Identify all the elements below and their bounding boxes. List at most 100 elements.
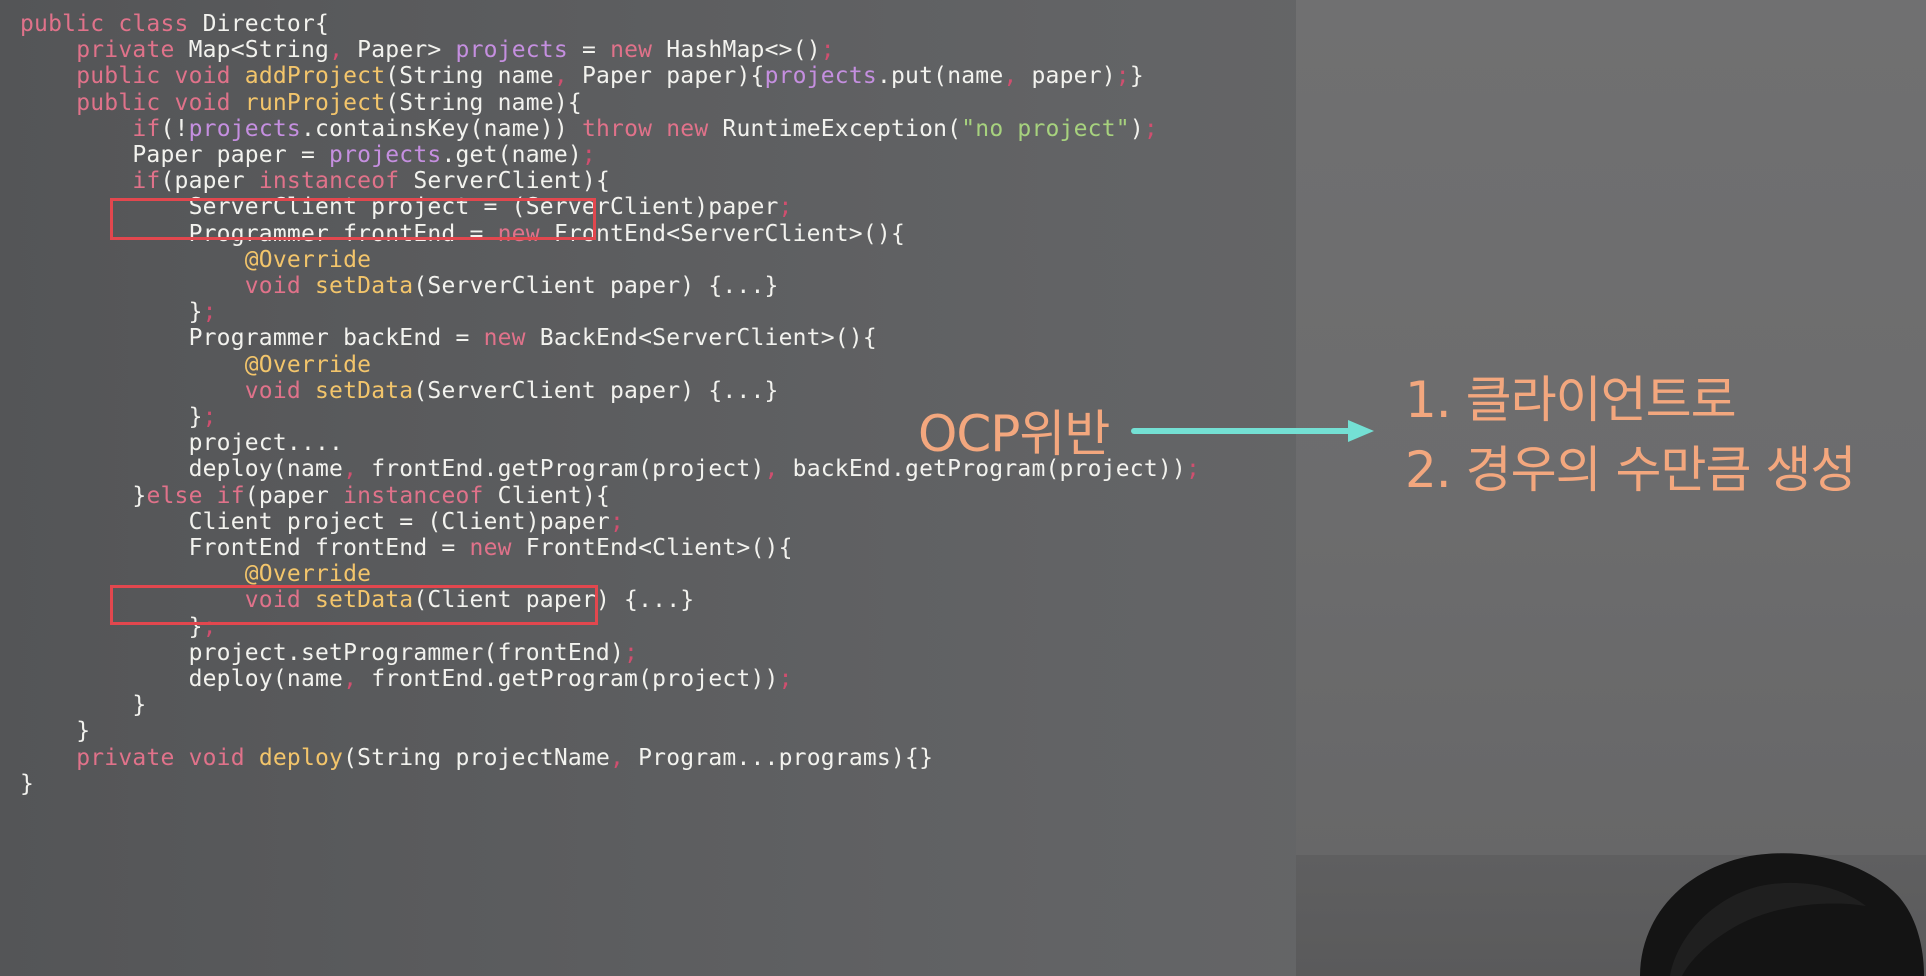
code-token: @Override bbox=[20, 351, 372, 378]
code-token: } bbox=[1129, 63, 1144, 90]
code-token: ; bbox=[778, 194, 793, 221]
code-token: (ServerClient paper) {...} bbox=[413, 377, 779, 404]
code-token: ) bbox=[1129, 115, 1144, 142]
code-token: deploy bbox=[258, 744, 344, 771]
note-line-2: 2. 경우의 수만큼 생성 bbox=[1405, 441, 1856, 499]
code-token: @Override bbox=[20, 561, 372, 588]
code-token: ; bbox=[820, 37, 835, 64]
code-token: deploy(name bbox=[20, 456, 344, 483]
code-token: instanceof bbox=[258, 168, 414, 195]
code-token: if bbox=[20, 115, 161, 142]
code-token: HashMap<>() bbox=[666, 37, 821, 64]
code-token: (String name bbox=[385, 63, 554, 90]
code-token: FrontEnd<ServerClient>(){ bbox=[553, 220, 905, 247]
code-token: ; bbox=[624, 639, 639, 666]
code-token: (paper bbox=[160, 168, 259, 195]
code-token: } bbox=[20, 692, 147, 719]
code-token: } bbox=[20, 404, 203, 430]
code-token: runProject bbox=[244, 89, 386, 116]
code-token: (ServerClient paper) {...} bbox=[413, 273, 779, 299]
code-token: public void bbox=[20, 89, 245, 116]
code-token: project.setProgrammer(frontEnd) bbox=[20, 639, 625, 666]
code-token: throw new bbox=[581, 115, 723, 142]
code-token: } bbox=[20, 482, 147, 509]
code-token: projects bbox=[764, 63, 877, 90]
ocp-violation-label: OCP위반 bbox=[918, 405, 1110, 463]
presentation-slide: public class Director{ private Map<Strin… bbox=[0, 0, 1926, 976]
code-token: ; bbox=[1115, 63, 1130, 90]
code-token: void bbox=[20, 377, 315, 404]
code-line: private void deploy(String projectName, … bbox=[20, 742, 933, 774]
code-token: , bbox=[610, 744, 639, 771]
code-token: Paper paper = bbox=[20, 142, 330, 168]
code-token: projects bbox=[455, 37, 568, 64]
highlight-box-client bbox=[110, 585, 598, 625]
code-token: public void bbox=[20, 63, 245, 90]
code-token: Client){ bbox=[497, 482, 611, 509]
code-token: FrontEnd frontEnd = bbox=[20, 535, 470, 561]
code-token: Paper> bbox=[357, 37, 456, 64]
code-token: new bbox=[483, 325, 540, 352]
code-token: ServerClient){ bbox=[413, 168, 611, 195]
code-token: ; bbox=[202, 299, 217, 326]
code-token: } bbox=[20, 770, 35, 797]
code-token: private void bbox=[20, 744, 259, 771]
code-token: Paper paper){ bbox=[581, 63, 765, 90]
right-arrow-icon bbox=[1131, 420, 1374, 442]
code-token: Map<String bbox=[188, 37, 330, 64]
code-token: ; bbox=[202, 404, 217, 430]
highlight-box-serverclient bbox=[110, 198, 596, 240]
code-token: frontEnd.getProgram(project) bbox=[371, 456, 765, 483]
code-token: } bbox=[20, 718, 91, 745]
code-token: frontEnd.getProgram(project)) bbox=[371, 666, 779, 692]
code-token: project.... bbox=[20, 430, 344, 457]
code-token: public class bbox=[20, 11, 203, 37]
code-token: .containsKey(name)) bbox=[300, 115, 582, 142]
code-token: (String projectName bbox=[343, 744, 611, 771]
code-token: ; bbox=[1143, 115, 1158, 142]
code-token: BackEnd<ServerClient>(){ bbox=[539, 325, 877, 352]
code-token: (paper bbox=[244, 482, 344, 509]
code-token: void bbox=[20, 273, 315, 299]
code-token: , bbox=[764, 456, 793, 483]
code-token: ; bbox=[778, 666, 793, 692]
presenter-head-silhouette bbox=[1640, 853, 1924, 976]
code-token: paper) bbox=[1031, 63, 1116, 90]
code-token: (String name){ bbox=[385, 89, 582, 116]
code-token: new bbox=[610, 37, 667, 64]
code-token: ; bbox=[1185, 456, 1201, 483]
code-token: projects bbox=[188, 115, 301, 142]
note-line-1: 1. 클라이언트로 bbox=[1405, 371, 1737, 429]
code-token: projects bbox=[329, 142, 442, 168]
code-token: if bbox=[20, 168, 161, 195]
code-token: Client project = (Client)paper bbox=[20, 508, 610, 535]
code-token: (! bbox=[160, 115, 189, 142]
code-token: deploy(name bbox=[20, 666, 344, 692]
code-token: Director{ bbox=[202, 11, 330, 37]
code-token: RuntimeException( bbox=[722, 115, 962, 142]
code-token: .put(name bbox=[876, 63, 1004, 90]
code-token: ; bbox=[581, 142, 596, 168]
code-token: "no project" bbox=[961, 115, 1130, 142]
code-token: } bbox=[20, 299, 203, 326]
code-token: setData bbox=[315, 273, 414, 299]
code-token: , bbox=[343, 456, 372, 483]
code-token: Program...programs){} bbox=[638, 744, 934, 771]
code-token: , bbox=[553, 63, 582, 90]
code-token: Programmer backEnd = bbox=[20, 325, 484, 352]
code-token: ; bbox=[609, 508, 625, 535]
code-token: , bbox=[329, 37, 358, 64]
code-token: else if bbox=[146, 482, 245, 509]
code-token: , bbox=[1003, 63, 1032, 90]
code-token: , bbox=[343, 666, 372, 692]
code-token: addProject bbox=[244, 63, 386, 90]
code-token: .get(name) bbox=[441, 142, 582, 168]
code-token: setData bbox=[315, 377, 414, 404]
code-token: private bbox=[20, 37, 189, 64]
code-token: = bbox=[567, 37, 611, 64]
code-token: new bbox=[469, 535, 526, 561]
code-token: instanceof bbox=[343, 482, 498, 509]
code-line: } bbox=[20, 768, 34, 800]
code-token: @Override bbox=[20, 246, 372, 273]
code-token: FrontEnd<Client>(){ bbox=[525, 535, 793, 561]
